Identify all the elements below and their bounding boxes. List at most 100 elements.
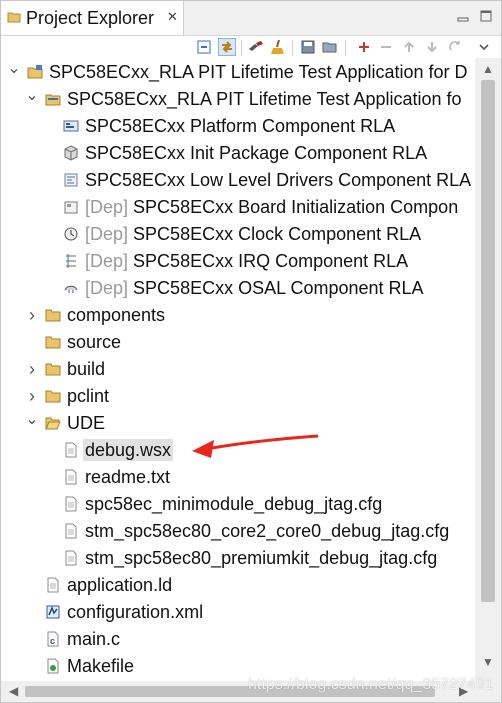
move-up-icon[interactable] (400, 38, 418, 56)
configuration-icon (46, 605, 60, 619)
tree-item[interactable]: c main.c (1, 626, 475, 653)
platform-component-icon (63, 120, 79, 132)
sync-icon[interactable] (446, 38, 464, 56)
link-with-editor-icon[interactable] (218, 38, 236, 56)
toolbar-separator (292, 40, 293, 56)
collapse-twisty-icon[interactable]: ⌄ (25, 412, 39, 431)
tree-item[interactable]: › components (1, 302, 475, 329)
tree-item[interactable]: configuration.xml (1, 599, 475, 626)
toolbar-separator (345, 40, 346, 56)
view-header: Project Explorer ✕ (1, 1, 501, 36)
irq-icon (66, 254, 76, 268)
tree-item[interactable]: ⌄ UDE (1, 410, 475, 437)
dependency-tag: [Dep] (85, 251, 129, 271)
folder-icon (45, 390, 61, 403)
tree-item[interactable]: [Dep] SPC58ECxx IRQ Component RLA (1, 248, 475, 275)
expand-twisty-icon[interactable]: › (25, 360, 39, 378)
tree-item[interactable]: ⌄ SPC58ECxx_RLA PIT Lifetime Test Applica… (1, 59, 475, 86)
tree-item[interactable]: readme.txt (1, 464, 475, 491)
tree-item[interactable]: stm_spc58ec80_premiumkit_debug_jtag.cfg (1, 545, 475, 572)
tree-item-label: readme.txt (85, 466, 170, 488)
file-icon (65, 523, 77, 539)
file-icon (65, 550, 77, 566)
makefile-icon (47, 658, 59, 674)
scroll-down-icon[interactable]: ▼ (482, 655, 494, 669)
tree-item-text: debug.wsx (85, 440, 172, 460)
scroll-up-icon[interactable]: ▲ (482, 62, 494, 76)
tree-item[interactable]: stm_spc58ec80_core2_core0_debug_jtag.cfg (1, 518, 475, 545)
tree-item[interactable]: application.ld (1, 572, 475, 599)
tree-item-text: SPC58ECxx Platform Component RLA (85, 116, 396, 136)
remove-icon[interactable] (377, 38, 395, 56)
expand-twisty-icon[interactable]: › (25, 306, 39, 324)
tree-item-text: SPC58ECxx Board Initialization Compon (133, 197, 459, 217)
tree-item-label: pclint (67, 385, 109, 407)
tree-item[interactable]: spc58ec_minimodule_debug_jtag.cfg (1, 491, 475, 518)
view-menu-icon[interactable] (475, 38, 493, 56)
save-icon[interactable] (299, 38, 317, 56)
tree-item-text: configuration.xml (67, 602, 204, 622)
tree-item[interactable]: SPC58ECxx Platform Component RLA (1, 113, 475, 140)
tree-item[interactable]: › pclint (1, 383, 475, 410)
collapse-twisty-icon[interactable]: ⌄ (7, 61, 21, 80)
tree-item[interactable]: debug.wsx (1, 437, 475, 464)
project-explorer-view: Project Explorer ✕ ⌄ SPC58ECxx_RLA PIT L… (0, 0, 502, 703)
tree-item[interactable]: SPC58ECxx Low Level Drivers Component RL… (1, 167, 475, 194)
tree-item-label: SPC58ECxx Low Level Drivers Component RL… (85, 169, 471, 191)
tree-item-text: application.ld (67, 575, 173, 595)
folder-icon (45, 336, 61, 349)
osal-icon (64, 285, 78, 293)
tree-item-text: components (67, 305, 166, 325)
c-file-icon: c (47, 631, 59, 647)
tree-item-text: SPC58ECxx OSAL Component RLA (133, 278, 424, 298)
tree-item-text: build (67, 359, 106, 379)
tree-item-text: main.c (67, 629, 121, 649)
board-init-icon (64, 201, 78, 214)
tree-item-label: configuration.xml (67, 601, 203, 623)
tree-item-text: pclint (67, 386, 110, 406)
vertical-scrollbar[interactable]: ▲ ▼ (475, 58, 501, 681)
low-level-drivers-icon (64, 173, 78, 187)
tree-item-label: stm_spc58ec80_premiumkit_debug_jtag.cfg (85, 547, 437, 569)
tree-item-label: SPC58ECxx Platform Component RLA (85, 115, 395, 137)
dependency-tag: [Dep] (85, 224, 129, 244)
tree-item[interactable]: [Dep] SPC58ECxx Clock Component RLA (1, 221, 475, 248)
tree-item[interactable]: SPC58ECxx Init Package Component RLA (1, 140, 475, 167)
folder-icon (45, 363, 61, 376)
maximize-icon[interactable] (479, 9, 493, 23)
expand-twisty-icon[interactable]: › (25, 387, 39, 405)
move-down-icon[interactable] (423, 38, 441, 56)
tree-item[interactable]: › build (1, 356, 475, 383)
tree-item-text: readme.txt (85, 467, 171, 487)
tab-project-explorer[interactable]: Project Explorer ✕ (1, 1, 184, 35)
tree-item-text: stm_spc58ec80_core2_core0_debug_jtag.cfg (85, 521, 450, 541)
collapse-all-icon[interactable] (195, 38, 213, 56)
close-icon[interactable]: ✕ (167, 10, 178, 24)
build-icon[interactable] (247, 38, 265, 56)
tree-item[interactable]: source (1, 329, 475, 356)
view-title: Project Explorer (26, 8, 155, 28)
folder-open-icon (45, 417, 61, 430)
open-folder-icon[interactable] (321, 38, 339, 56)
clean-icon[interactable] (269, 38, 287, 56)
project-icon (27, 65, 43, 79)
minimize-icon[interactable] (456, 9, 470, 23)
collapse-twisty-icon[interactable]: ⌄ (25, 88, 39, 107)
project-tree[interactable]: ⌄ SPC58ECxx_RLA PIT Lifetime Test Applica… (1, 58, 475, 681)
add-icon[interactable] (355, 38, 373, 56)
vertical-scroll-thumb[interactable] (481, 80, 495, 602)
tree-item-label: SPC58ECxx Init Package Component RLA (85, 142, 427, 164)
file-icon (65, 496, 77, 512)
tree-item-label: [Dep] SPC58ECxx IRQ Component RLA (85, 250, 408, 272)
tree-item-label: components (67, 304, 165, 326)
tree-item-text: SPC58ECxx Low Level Drivers Component RL… (85, 170, 472, 190)
toolbar-separator (241, 40, 242, 56)
scroll-left-icon[interactable]: ◀ (9, 684, 18, 698)
tree-item[interactable]: [Dep] SPC58ECxx OSAL Component RLA (1, 275, 475, 302)
tree-item[interactable]: ⌄ SPC58ECxx_RLA PIT Lifetime Test Applica… (1, 86, 475, 113)
tree-item[interactable]: [Dep] SPC58ECxx Board Initialization Com… (1, 194, 475, 221)
tree-item-text: SPC58ECxx Init Package Component RLA (85, 143, 428, 163)
folder-icon (45, 309, 61, 322)
tree-item-label: SPC58ECxx_RLA PIT Lifetime Test Applicat… (67, 88, 462, 110)
view-toolbar (1, 36, 501, 60)
